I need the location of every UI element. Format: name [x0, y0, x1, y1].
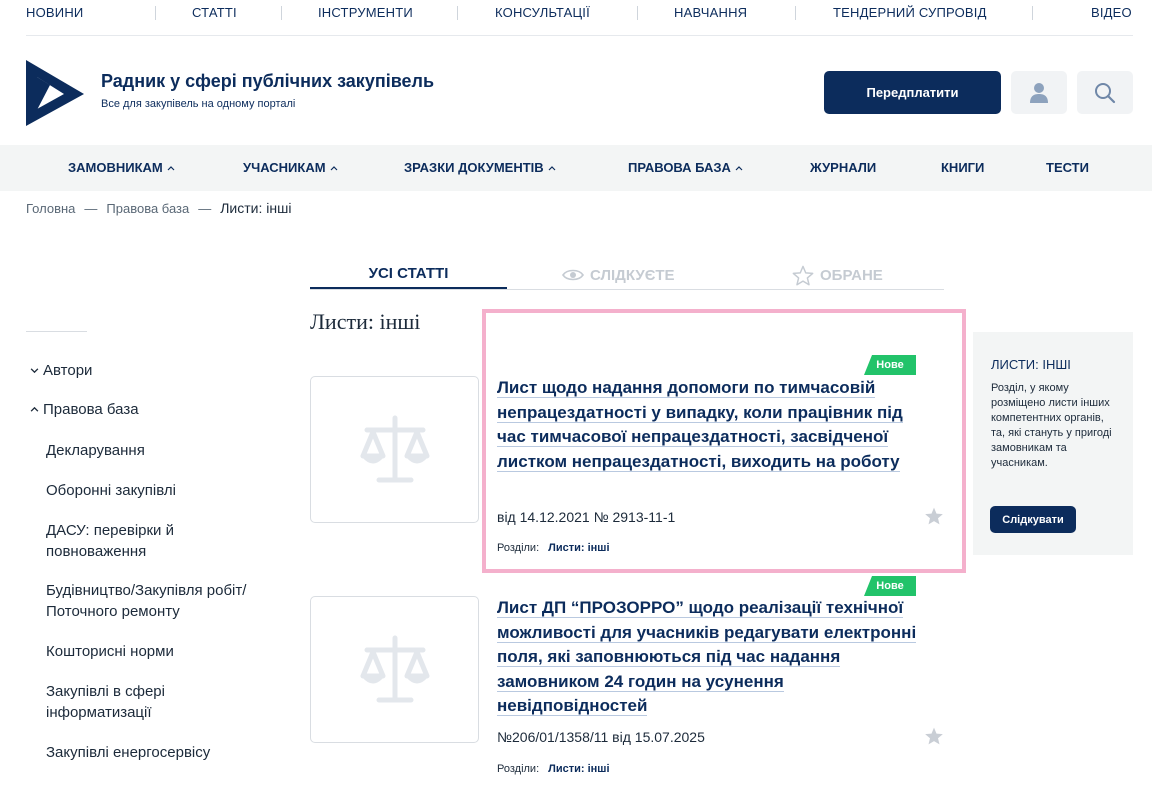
user-icon [1030, 82, 1048, 103]
tab-label: ОБРАНЕ [820, 266, 883, 284]
account-button[interactable] [1011, 71, 1067, 114]
brand-subtitle: Все для закупівель на одному порталі [101, 98, 296, 110]
main-nav-journals[interactable]: ЖУРНАЛИ [810, 160, 876, 175]
article-sections: Розділи: Листи: інші [497, 763, 610, 775]
top-nav-divider [155, 6, 156, 20]
sidebar-group-label: Правова база [43, 401, 139, 418]
main-nav-legal-base[interactable]: ПРАВОВА БАЗА [628, 160, 743, 175]
top-nav-underline [26, 35, 1133, 36]
highlight-box [482, 309, 966, 573]
article-thumbnail[interactable] [310, 596, 479, 743]
star-icon[interactable] [924, 726, 944, 746]
main-nav-customers[interactable]: ЗАМОВНИКАМ [68, 160, 175, 175]
tab-following[interactable]: СЛІДКУЄТЕ [562, 260, 675, 290]
star-outline-icon [792, 265, 814, 285]
top-nav: НОВИНИ СТАТТІ ІНСТРУМЕНТИ КОНСУЛЬТАЦІЇ Н… [0, 0, 1152, 36]
article-title-link[interactable]: Лист ДП “ПРОЗОРРО” щодо реалізації техні… [497, 596, 927, 719]
top-nav-news[interactable]: НОВИНИ [26, 5, 83, 20]
chevron-up-icon [330, 165, 337, 170]
tabs-underline [310, 289, 944, 290]
brand-logo-icon[interactable] [26, 60, 84, 126]
search-icon [1095, 82, 1116, 103]
chevron-up-icon [167, 165, 175, 170]
top-nav-articles[interactable]: СТАТТІ [192, 5, 237, 20]
breadcrumb-home[interactable]: Головна [26, 201, 75, 216]
sidebar-item-it-procurement[interactable]: Закупівлі в сфері інформатизації [46, 681, 246, 723]
brand-title[interactable]: Радник у сфері публічних закупівель [101, 71, 434, 92]
breadcrumb-current: Листи: інші [220, 200, 292, 216]
search-button[interactable] [1077, 71, 1133, 114]
section-link[interactable]: Листи: інші [548, 763, 609, 775]
follow-button[interactable]: Слідкувати [990, 506, 1076, 533]
main-nav-label: УЧАСНИКАМ [243, 160, 326, 175]
top-nav-tender-support[interactable]: ТЕНДЕРНИЙ СУПРОВІД [833, 5, 987, 20]
subscribe-button[interactable]: Передплатити [824, 71, 1001, 114]
sidebar-item-declaration[interactable]: Декларування [46, 440, 286, 461]
main-nav-label: ЗАМОВНИКАМ [68, 160, 163, 175]
sidebar-item-cost-norms[interactable]: Кошторисні норми [46, 641, 286, 662]
chevron-up-icon [548, 165, 556, 170]
new-badge: Нове [864, 576, 916, 596]
article-thumbnail[interactable] [310, 376, 479, 523]
main-nav-label: ПРАВОВА БАЗА [628, 160, 731, 175]
section-info-description: Розділ, у якому розміщено листи інших ко… [991, 382, 1112, 469]
top-nav-divider [457, 6, 458, 20]
badge-label: Нове [876, 580, 904, 592]
breadcrumb-legal-base[interactable]: Правова база [106, 201, 189, 216]
top-nav-education[interactable]: НАВЧАННЯ [674, 5, 747, 20]
sidebar-item-construction[interactable]: Будівництво/Закупівля робіт/Поточного ре… [46, 580, 286, 622]
scales-icon [360, 415, 429, 482]
sidebar-group-authors[interactable]: Автори [30, 362, 92, 379]
section-info-panel: ЛИСТИ: ІНШІ Розділ, у якому розміщено ли… [973, 332, 1133, 555]
top-nav-video[interactable]: ВІДЕО [1091, 5, 1132, 20]
sidebar-item-dasu[interactable]: ДАСУ: перевірки й повноваження [46, 520, 246, 562]
top-nav-divider [1032, 6, 1033, 20]
section-info-title: ЛИСТИ: ІНШІ [991, 357, 1071, 372]
top-nav-tools[interactable]: ІНСТРУМЕНТИ [318, 5, 413, 20]
top-nav-consultations[interactable]: КОНСУЛЬТАЦІЇ [495, 5, 590, 20]
top-nav-divider [637, 6, 638, 20]
main-nav: ЗАМОВНИКАМ УЧАСНИКАМ ЗРАЗКИ ДОКУМЕНТІВ П… [0, 145, 1152, 191]
main-nav-books[interactable]: КНИГИ [941, 160, 984, 175]
top-nav-divider [281, 6, 282, 20]
page-title: Листи: інші [310, 309, 421, 334]
sidebar-group-label: Автори [43, 362, 93, 379]
tab-label: УСІ СТАТТІ [368, 265, 449, 282]
sidebar-item-defense-procurement[interactable]: Оборонні закупівлі [46, 480, 286, 501]
article-meta: №206/01/1358/11 від 15.07.2025 [497, 729, 705, 745]
sidebar-group-legal-base[interactable]: Правова база [30, 401, 139, 418]
scales-icon [360, 635, 429, 702]
breadcrumb-separator: — [84, 201, 98, 216]
sidebar-item-energy-service[interactable]: Закупівлі енергосервісу [46, 742, 286, 763]
main-nav-label: ЗРАЗКИ ДОКУМЕНТІВ [404, 160, 544, 175]
eye-icon [562, 269, 584, 281]
chevron-down-icon [30, 368, 39, 374]
top-nav-divider [795, 6, 796, 20]
chevron-up-icon [30, 406, 39, 412]
breadcrumb-separator: — [198, 201, 212, 216]
main-nav-document-templates[interactable]: ЗРАЗКИ ДОКУМЕНТІВ [404, 160, 556, 175]
tab-favorites[interactable]: ОБРАНЕ [792, 260, 883, 290]
tab-label: СЛІДКУЄТЕ [590, 266, 675, 284]
main-nav-participants[interactable]: УЧАСНИКАМ [243, 160, 338, 175]
main-nav-tests[interactable]: ТЕСТИ [1046, 160, 1089, 175]
sections-label: Розділи: [497, 763, 540, 775]
article-title: Лист ДП “ПРОЗОРРО” щодо реалізації техні… [497, 598, 917, 716]
tab-all-articles[interactable]: УСІ СТАТТІ [310, 260, 507, 290]
chevron-up-icon [735, 165, 743, 170]
sidebar-divider [26, 331, 87, 332]
breadcrumb: Головна — Правова база — Листи: інші [26, 200, 291, 216]
